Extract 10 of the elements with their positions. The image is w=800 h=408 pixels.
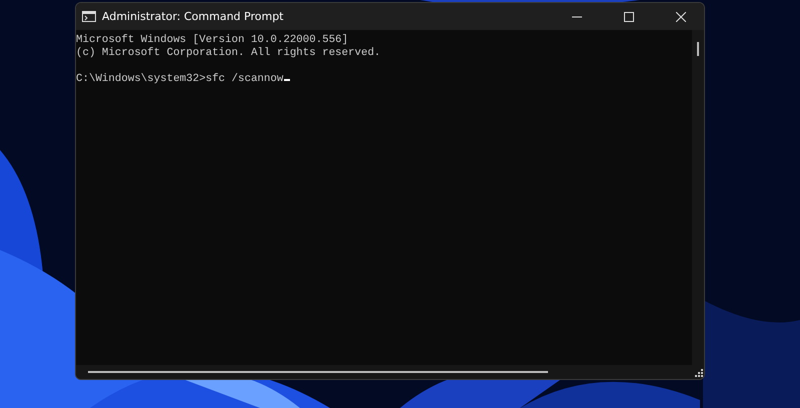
- console-line: (c) Microsoft Corporation. All rights reserved.: [76, 47, 381, 59]
- horizontal-scrollbar[interactable]: [76, 365, 704, 379]
- window-title: Administrator: Command Prompt: [102, 10, 284, 23]
- maximize-icon: [624, 12, 634, 22]
- terminal-icon: [82, 11, 96, 22]
- vertical-scrollbar[interactable]: [692, 30, 704, 365]
- console-line: C:\Windows\system32>sfc /scannow: [76, 73, 284, 85]
- resize-grip-icon[interactable]: [692, 366, 704, 378]
- console-line: Microsoft Windows [Version 10.0.22000.556]: [76, 34, 348, 46]
- close-icon: [676, 12, 686, 22]
